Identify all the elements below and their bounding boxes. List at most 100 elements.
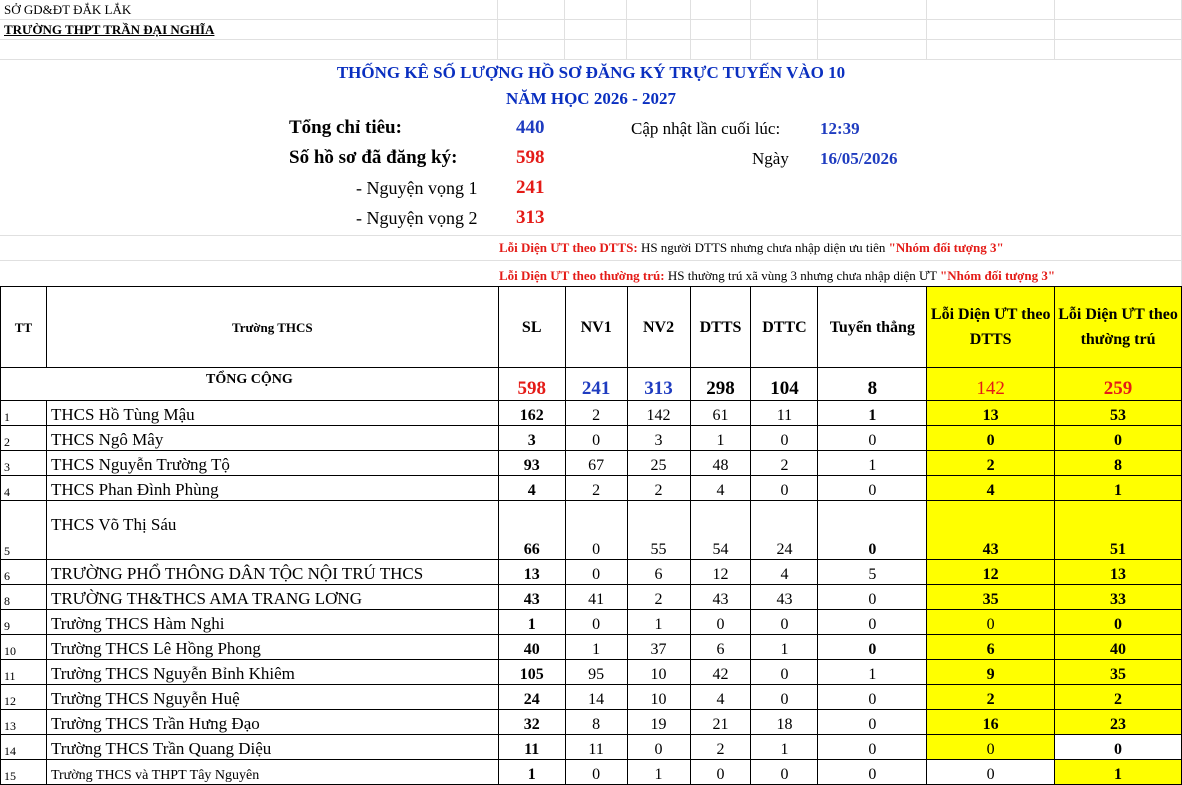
row-dtts: 0 <box>689 759 752 785</box>
row-dtts: 1 <box>689 425 752 451</box>
total-dtts: 298 <box>689 367 752 401</box>
table-row: 5 THCS Võ Thị Sáu 66 0 55 54 24 0 43 51 <box>0 500 1182 560</box>
row-direct: 0 <box>817 634 928 660</box>
row-school-name: TRƯỜNG TH&THCS AMA TRANG LƠNG <box>45 584 499 610</box>
row-dttc: 0 <box>750 425 819 451</box>
row-nv1: 0 <box>564 609 628 635</box>
row-dtts: 61 <box>689 400 752 426</box>
row-error-resident: 0 <box>1054 609 1182 635</box>
row-school-name: Trường THCS Nguyễn Huệ <box>45 684 499 710</box>
total-row: TỔNG CỘNG 598 241 313 298 104 8 142 259 <box>0 367 1182 401</box>
row-tt: 3 <box>0 450 47 476</box>
table-row: 12 Trường THCS Nguyễn Huệ 24 14 10 4 0 0 2 2 <box>0 684 1182 710</box>
date-label: Ngày <box>752 149 789 168</box>
row-dttc: 0 <box>750 475 819 501</box>
row-error-dtts: 0 <box>926 609 1056 635</box>
row-school-name: THCS Hồ Tùng Mậu <box>45 400 499 426</box>
row-nv1: 2 <box>564 400 628 426</box>
row-sl: 43 <box>497 584 566 610</box>
table-row: 9 Trường THCS Hàm Nghi 1 0 1 0 0 0 0 0 <box>0 609 1182 635</box>
row-tt: 5 <box>0 500 47 560</box>
col-header-direct-admission: Tuyển thẳng <box>817 286 928 368</box>
row-tt: 4 <box>0 475 47 501</box>
row-error-resident: 13 <box>1054 559 1182 585</box>
row-error-dtts: 35 <box>926 584 1056 610</box>
row-nv2: 19 <box>626 709 691 735</box>
row-dtts: 6 <box>689 634 752 660</box>
row-dttc: 1 <box>750 634 819 660</box>
row-nv2: 25 <box>626 450 691 476</box>
row-direct: 5 <box>817 559 928 585</box>
row-nv2: 3 <box>626 425 691 451</box>
row-school-name: THCS Ngô Mây <box>45 425 499 451</box>
row-nv1: 0 <box>564 759 628 785</box>
row-tt: 6 <box>0 559 47 585</box>
total-error-dtts: 142 <box>926 367 1056 401</box>
row-error-dtts: 16 <box>926 709 1056 735</box>
registered-value: 598 <box>516 147 545 168</box>
table-row: 6 TRƯỜNG PHỔ THÔNG DÂN TỘC NỘI TRÚ THCS 13… <box>0 559 1182 585</box>
col-header-sl: SL <box>497 286 566 368</box>
row-direct: 0 <box>817 609 928 635</box>
table-row: 14 Trường THCS Trần Quang Diệu 11 11 0 2 1 0 0 0 <box>0 734 1182 760</box>
row-nv1: 95 <box>564 659 628 685</box>
row-nv2: 10 <box>626 684 691 710</box>
table-row: 15 Trường THCS và THPT Tây Nguyên 1 0 1 0 0 0 0 1 <box>0 759 1182 785</box>
row-sl: 32 <box>497 709 566 735</box>
row-nv2: 142 <box>626 400 691 426</box>
last-updated-time: 12:39 <box>820 119 860 138</box>
table-row: 8 TRƯỜNG TH&THCS AMA TRANG LƠNG 43 41 2 43 43 0… <box>0 584 1182 610</box>
row-tt: 11 <box>0 659 47 685</box>
row-nv2: 1 <box>626 609 691 635</box>
row-direct: 0 <box>817 584 928 610</box>
row-dtts: 54 <box>689 500 752 560</box>
row-error-dtts: 43 <box>926 500 1056 560</box>
row-error-resident: 51 <box>1054 500 1182 560</box>
last-updated-label: Cập nhật lần cuối lúc: <box>631 119 781 138</box>
row-dttc: 24 <box>750 500 819 560</box>
row-sl: 4 <box>497 475 566 501</box>
row-tt: 1 <box>0 400 47 426</box>
row-tt: 8 <box>0 584 47 610</box>
row-dttc: 2 <box>750 450 819 476</box>
row-school-name: Trường THCS Lê Hồng Phong <box>45 634 499 660</box>
total-error-resident: 259 <box>1054 367 1182 401</box>
quota-label: Tổng chỉ tiêu: <box>289 117 402 138</box>
row-error-dtts: 0 <box>926 734 1056 760</box>
row-sl: 162 <box>497 400 566 426</box>
row-tt: 15 <box>0 759 47 785</box>
total-dttc: 104 <box>750 367 819 401</box>
row-sl: 13 <box>497 559 566 585</box>
row-error-resident: 33 <box>1054 584 1182 610</box>
row-tt: 13 <box>0 709 47 735</box>
row-direct: 1 <box>817 450 928 476</box>
row-dttc: 11 <box>750 400 819 426</box>
row-school-name: TRƯỜNG PHỔ THÔNG DÂN TỘC NỘI TRÚ THCS <box>45 559 499 585</box>
col-header-dttc: DTTC <box>750 286 819 368</box>
row-school-name: THCS Phan Đình Phùng <box>45 475 499 501</box>
row-error-resident: 1 <box>1054 759 1182 785</box>
row-dttc: 1 <box>750 734 819 760</box>
row-error-dtts: 13 <box>926 400 1056 426</box>
nv1-value: 241 <box>516 177 545 198</box>
stats-table: TT Trường THCS SL NV1 NV2 DTTS DTTC Tuyể… <box>0 286 1182 785</box>
row-nv1: 0 <box>564 425 628 451</box>
total-direct: 8 <box>817 367 928 401</box>
row-direct: 0 <box>817 684 928 710</box>
note-dtts: Lỗi Diện ƯT theo DTTS: HS người DTTS như… <box>499 240 1004 256</box>
row-error-resident: 1 <box>1054 475 1182 501</box>
row-nv1: 2 <box>564 475 628 501</box>
quota-value: 440 <box>516 117 545 138</box>
row-nv1: 14 <box>564 684 628 710</box>
col-header-error-resident: Lỗi Diện ƯT theo thường trú <box>1054 286 1182 368</box>
table-row: 10 Trường THCS Lê Hồng Phong 40 1 37 6 1 0 6 40 <box>0 634 1182 660</box>
row-dtts: 43 <box>689 584 752 610</box>
table-row: 2 THCS Ngô Mây 3 0 3 1 0 0 0 0 <box>0 425 1182 451</box>
school-year: NĂM HỌC 2026 - 2027 <box>506 89 676 108</box>
row-sl: 40 <box>497 634 566 660</box>
row-error-dtts: 2 <box>926 684 1056 710</box>
col-header-school: Trường THCS <box>45 286 499 368</box>
row-dtts: 0 <box>689 609 752 635</box>
table-row: 3 THCS Nguyễn Trường Tộ 93 67 25 48 2 1 2 8 <box>0 450 1182 476</box>
row-dtts: 4 <box>689 684 752 710</box>
